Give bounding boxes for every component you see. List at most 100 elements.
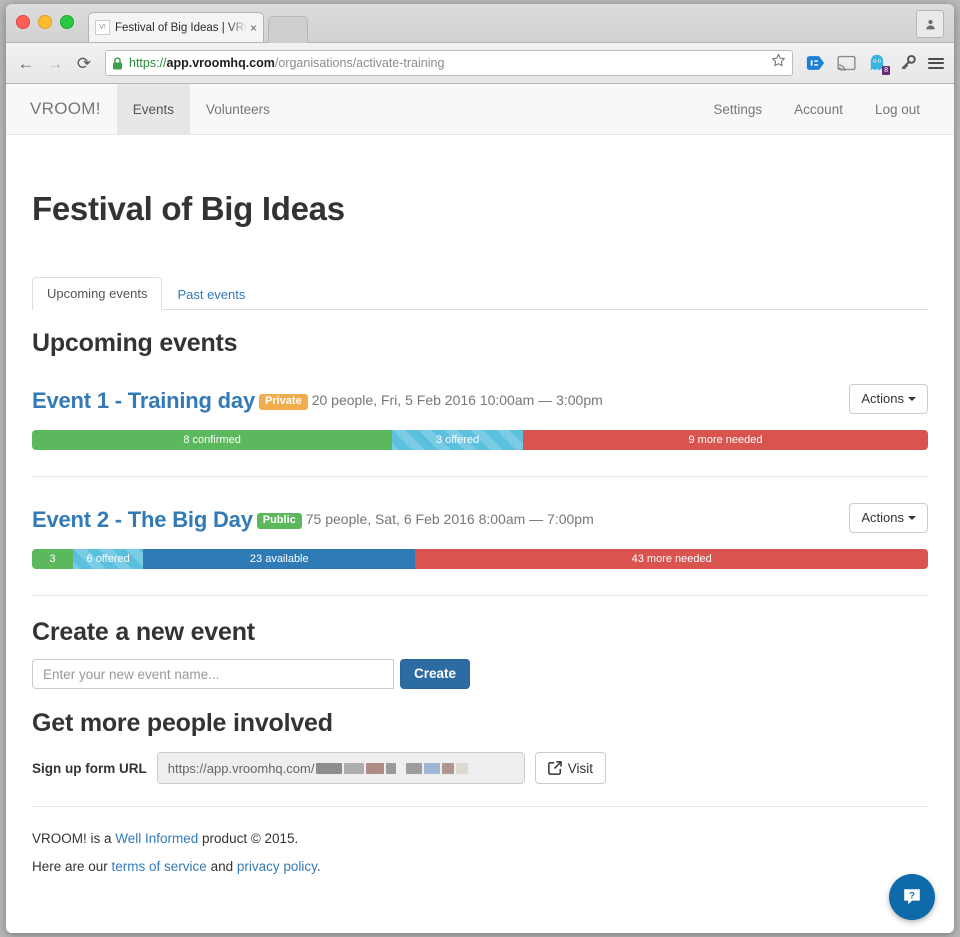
event-row: Event 2 - The Big Day Public 75 people, Sa… — [32, 503, 928, 570]
progress-segment-needed: 43 more needed — [415, 549, 928, 570]
reload-icon[interactable]: ⟳ — [74, 53, 94, 73]
actions-button[interactable]: Actions — [849, 384, 928, 415]
page-viewport: VROOM! Events Volunteers Settings Accoun… — [6, 84, 954, 933]
event-tabs: Upcoming events Past events — [32, 273, 928, 310]
signup-url-prefix: https://app.vroomhq.com/ — [167, 760, 315, 776]
tab-past-events[interactable]: Past events — [162, 278, 260, 310]
footer-text-before: Here are our — [32, 858, 112, 874]
nav-item-settings[interactable]: Settings — [697, 84, 778, 134]
event-meta: 75 people, Sat, 6 Feb 2016 8:00am — 7:00… — [305, 511, 594, 528]
footer-line-2: Here are our terms of service and privac… — [32, 853, 928, 881]
lastpass-key-icon[interactable] — [897, 52, 919, 74]
pocket-extension-icon[interactable] — [804, 52, 826, 74]
footer-text-after: product © 2015. — [198, 831, 299, 847]
ghostery-extension-icon[interactable]: 8 — [866, 52, 890, 75]
event-header: Event 2 - The Big Day Public 75 people, Sa… — [32, 503, 928, 537]
redacted-block — [456, 762, 469, 774]
divider — [32, 476, 928, 478]
url-path: /organisations/activate-training — [274, 56, 445, 70]
signup-url-field[interactable]: https://app.vroomhq.com/ — [156, 752, 525, 785]
divider — [32, 595, 928, 597]
progress-segment-confirmed: 8 confirmed — [32, 430, 393, 451]
signup-url-row: Sign up form URL https://app.vroomhq.com… — [32, 752, 928, 785]
event-progress-bar: 8 confirmed 3 offered 9 more needed — [32, 430, 928, 451]
event-name-link[interactable]: Event 1 - Training day — [32, 388, 255, 413]
footer-text-middle: and — [206, 858, 237, 874]
well-informed-link[interactable]: Well Informed — [115, 831, 198, 846]
address-bar[interactable]: https://app.vroomhq.com/organisations/ac… — [105, 50, 793, 76]
browser-window: V! Festival of Big Ideas | VROO × ← → ⟳ … — [6, 4, 954, 933]
signup-url-label: Sign up form URL — [32, 760, 147, 776]
navbar-right: Settings Account Log out — [697, 84, 936, 134]
event-meta: 20 people, Fri, 5 Feb 2016 10:00am — 3:0… — [311, 392, 603, 408]
progress-segment-available: 23 available — [143, 549, 416, 570]
lock-icon — [112, 56, 123, 70]
privacy-policy-link[interactable]: privacy policy — [237, 859, 317, 874]
back-icon[interactable]: ← — [16, 53, 36, 73]
actions-button-label: Actions — [861, 391, 904, 406]
bookmark-star-icon[interactable] — [771, 53, 786, 73]
event-progress-bar: 3 6 offered 23 available 43 more needed — [32, 549, 928, 570]
url-text: https://app.vroomhq.com/organisations/ac… — [129, 56, 765, 70]
redacted-block — [366, 762, 385, 774]
close-window-button[interactable] — [16, 15, 30, 29]
profile-button[interactable] — [916, 10, 944, 38]
minimize-window-button[interactable] — [38, 15, 52, 29]
actions-button[interactable]: Actions — [849, 503, 928, 534]
redacted-block — [442, 762, 455, 774]
new-event-name-input[interactable] — [32, 659, 394, 690]
page-footer: VROOM! is a Well Informed product © 2015… — [32, 806, 928, 880]
footer-text-before: VROOM! is a — [32, 831, 116, 847]
event-row: Event 1 - Training day Private 20 people, … — [32, 384, 928, 451]
app-navbar: VROOM! Events Volunteers Settings Accoun… — [6, 84, 954, 135]
progress-segment-needed: 9 more needed — [523, 430, 928, 451]
create-event-button[interactable]: Create — [400, 659, 471, 690]
browser-tab[interactable]: V! Festival of Big Ideas | VROO × — [88, 12, 264, 42]
visibility-badge: Private — [259, 394, 308, 410]
event-name-link[interactable]: Event 2 - The Big Day — [32, 507, 253, 532]
nav-item-volunteers[interactable]: Volunteers — [190, 84, 286, 134]
event-summary: Event 2 - The Big Day Public 75 people, Sa… — [32, 503, 849, 537]
brand-logo[interactable]: VROOM! — [24, 84, 117, 134]
section-heading-upcoming: Upcoming events — [32, 329, 238, 357]
forward-icon[interactable]: → — [45, 53, 65, 73]
progress-segment-confirmed: 3 — [32, 549, 74, 570]
help-button[interactable]: ? — [889, 874, 935, 920]
footer-text-after: . — [316, 858, 321, 874]
tab-title: Festival of Big Ideas | VROO — [115, 21, 247, 34]
nav-item-events[interactable]: Events — [116, 84, 191, 134]
external-link-icon — [547, 761, 562, 776]
redacted-block — [424, 762, 441, 774]
terms-of-service-link[interactable]: terms of service — [112, 859, 207, 874]
nav-item-account[interactable]: Account — [778, 84, 859, 134]
url-host: app.vroomhq.com — [166, 56, 275, 70]
maximize-window-button[interactable] — [60, 15, 74, 29]
visit-button[interactable]: Visit — [534, 752, 607, 785]
url-scheme: https:// — [129, 56, 167, 70]
window-controls — [16, 15, 74, 29]
progress-segment-offered: 3 offered — [392, 430, 523, 451]
section-heading-create-event: Create a new event — [32, 618, 255, 647]
svg-text:?: ? — [909, 890, 915, 900]
extension-badge-count: 8 — [882, 66, 890, 75]
browser-toolbar: ← → ⟳ https://app.vroomhq.com/organisati… — [6, 43, 954, 84]
person-icon — [925, 19, 935, 29]
actions-button-label: Actions — [861, 510, 904, 526]
close-tab-icon[interactable]: × — [250, 22, 257, 34]
browser-menu-icon[interactable] — [928, 57, 944, 69]
favicon: V! — [95, 20, 110, 35]
chevron-down-icon — [908, 397, 916, 401]
redacted-block — [316, 762, 343, 774]
tab-upcoming-events[interactable]: Upcoming events — [32, 277, 163, 310]
nav-item-logout[interactable]: Log out — [859, 84, 936, 134]
browser-tab-strip: V! Festival of Big Ideas | VROO × — [6, 4, 954, 43]
redacted-block — [386, 762, 397, 774]
event-header: Event 1 - Training day Private 20 people, … — [32, 384, 928, 418]
chevron-down-icon — [908, 516, 916, 521]
event-summary: Event 1 - Training day Private 20 people, … — [32, 384, 849, 418]
cast-icon[interactable] — [835, 52, 857, 74]
help-chat-icon: ? — [904, 889, 920, 905]
new-tab-button[interactable] — [268, 16, 308, 43]
footer-line-1: VROOM! is a Well Informed product © 2015… — [32, 825, 928, 853]
redacted-block — [406, 762, 423, 774]
